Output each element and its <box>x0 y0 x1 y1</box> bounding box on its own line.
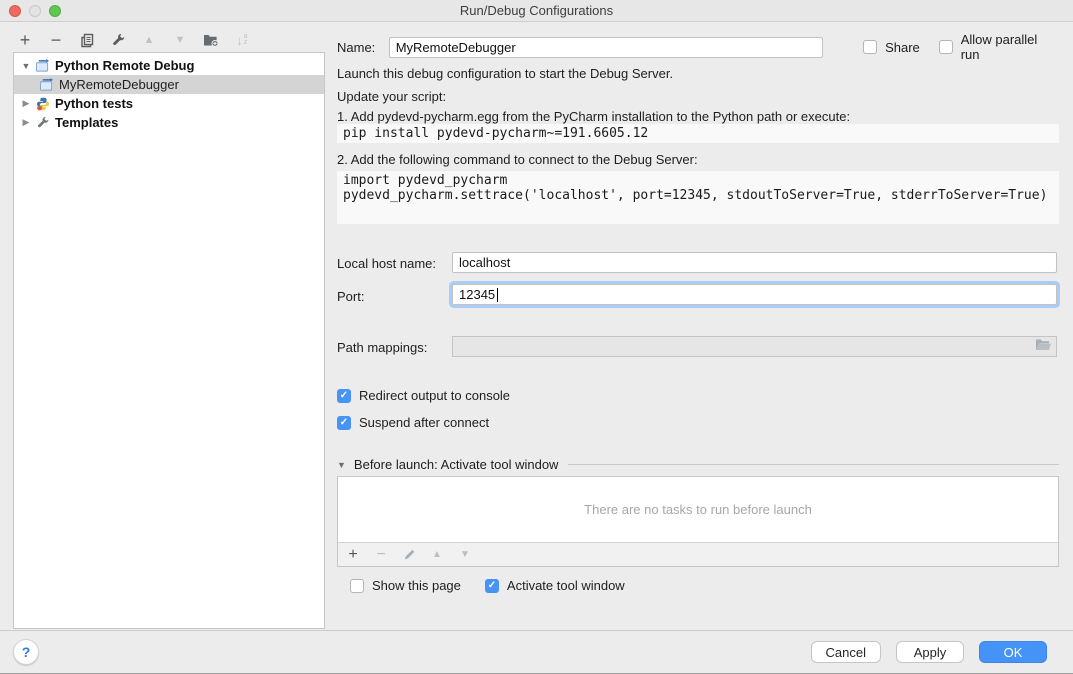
show-this-page-label: Show this page <box>372 578 461 593</box>
traffic-lights <box>9 5 61 17</box>
chevron-expanded-icon[interactable]: ▼ <box>14 61 34 71</box>
allow-parallel-run-label: Allow parallel run <box>961 32 1059 62</box>
before-launch-tasks-panel: There are no tasks to run before launch … <box>337 476 1059 567</box>
name-input[interactable] <box>389 37 824 58</box>
instruction-step1: 1. Add pydevd-pycharm.egg from the PyCha… <box>337 109 850 124</box>
zoom-window-icon[interactable] <box>49 5 61 17</box>
chevron-collapsed-icon[interactable]: ▶ <box>14 98 34 109</box>
activate-tool-window-checkbox[interactable]: ✓ <box>485 579 499 593</box>
apply-button[interactable]: Apply <box>896 641 964 663</box>
ok-button[interactable]: OK <box>979 641 1047 663</box>
tasks-toolbar: + − ▲ ▼ <box>338 542 1058 566</box>
copy-icon[interactable] <box>78 31 96 49</box>
instruction-launch: Launch this debug configuration to start… <box>337 66 673 81</box>
suspend-after-connect-checkbox[interactable]: ✓ <box>337 416 351 430</box>
move-up-icon: ▲ <box>140 31 158 49</box>
share-checkbox-row: Share <box>863 40 920 55</box>
add-task-icon[interactable]: + <box>346 546 360 564</box>
section-collapse-icon[interactable]: ▼ <box>337 460 346 470</box>
dialog-footer: ? Cancel Apply OK <box>0 630 1073 673</box>
tree-item-python-remote-debug[interactable]: ▼ Python Remote Debug <box>14 56 324 75</box>
close-window-icon[interactable] <box>9 5 21 17</box>
path-mappings-field[interactable] <box>452 336 1057 357</box>
wrench-icon <box>34 115 51 130</box>
redirect-output-label: Redirect output to console <box>359 388 510 403</box>
remove-icon[interactable]: − <box>47 31 65 49</box>
configurations-tree: ▼ Python Remote Debug MyRemoteDebugger ▶… <box>13 52 325 629</box>
settrace-code-line1: import pydevd_pycharm <box>343 173 1053 188</box>
port-label: Port: <box>337 289 364 304</box>
edit-task-icon <box>402 548 416 561</box>
section-rule <box>568 464 1059 465</box>
port-input[interactable] <box>452 284 1057 305</box>
share-label: Share <box>885 40 920 55</box>
text-caret <box>497 288 498 302</box>
page-options-row: Show this page ✓ Activate tool window <box>350 578 625 593</box>
browse-folder-icon[interactable] <box>1035 338 1052 355</box>
move-task-up-icon: ▲ <box>430 549 444 560</box>
local-host-label: Local host name: <box>337 256 436 271</box>
configuration-editor: Name: Share Allow parallel run Launch th… <box>337 0 1059 630</box>
suspend-after-connect-row: ✓ Suspend after connect <box>337 415 489 430</box>
before-launch-section-header[interactable]: ▼ Before launch: Activate tool window <box>337 457 1059 472</box>
path-mappings-label: Path mappings: <box>337 340 427 355</box>
before-launch-title: Before launch: Activate tool window <box>354 457 559 472</box>
suspend-after-connect-label: Suspend after connect <box>359 415 489 430</box>
redirect-output-row: ✓ Redirect output to console <box>337 388 510 403</box>
run-config-icon <box>34 58 51 73</box>
configurations-toolbar: + − ▲ ▼ ↓az <box>16 30 251 50</box>
remove-task-icon: − <box>374 546 388 564</box>
chevron-collapsed-icon[interactable]: ▶ <box>14 117 34 128</box>
redirect-output-checkbox[interactable]: ✓ <box>337 389 351 403</box>
allow-parallel-run-checkbox[interactable] <box>939 40 953 54</box>
settrace-code-line2: pydevd_pycharm.settrace('localhost', por… <box>343 188 1053 203</box>
pip-install-code: pip install pydevd-pycharm~=191.6605.12 <box>337 124 1059 143</box>
tree-item-label: Python Remote Debug <box>55 58 194 73</box>
instruction-update-script: Update your script: <box>337 89 446 104</box>
name-label: Name: <box>337 40 389 55</box>
tree-item-python-tests[interactable]: ▶ Python tests <box>14 94 324 113</box>
tree-item-label: Templates <box>55 115 118 130</box>
local-host-input[interactable] <box>452 252 1057 273</box>
run-debug-configurations-dialog: Run/Debug Configurations + − ▲ ▼ ↓az ▼ P… <box>0 0 1073 674</box>
new-folder-icon[interactable] <box>202 31 220 49</box>
question-mark-icon: ? <box>22 644 31 660</box>
edit-defaults-wrench-icon[interactable] <box>109 31 127 49</box>
add-icon[interactable]: + <box>16 31 34 49</box>
tree-item-label: MyRemoteDebugger <box>59 77 179 92</box>
help-button[interactable]: ? <box>13 639 39 665</box>
cancel-button[interactable]: Cancel <box>811 641 881 663</box>
tree-item-myremotedebugger[interactable]: MyRemoteDebugger <box>14 75 324 94</box>
move-down-icon: ▼ <box>171 31 189 49</box>
tree-item-templates[interactable]: ▶ Templates <box>14 113 324 132</box>
minimize-window-icon <box>29 5 41 17</box>
share-checkbox[interactable] <box>863 40 877 54</box>
python-tests-icon <box>34 96 51 111</box>
allow-parallel-checkbox-row: Allow parallel run <box>939 32 1059 62</box>
settrace-code-block: import pydevd_pycharm pydevd_pycharm.set… <box>337 171 1059 224</box>
run-config-icon <box>38 77 55 92</box>
instruction-step2: 2. Add the following command to connect … <box>337 152 698 167</box>
tree-item-label: Python tests <box>55 96 133 111</box>
show-this-page-checkbox[interactable] <box>350 579 364 593</box>
sort-alphabetically-icon: ↓az <box>233 31 251 49</box>
tasks-empty-message: There are no tasks to run before launch <box>338 477 1058 542</box>
move-task-down-icon: ▼ <box>458 549 472 560</box>
activate-tool-window-label: Activate tool window <box>507 578 625 593</box>
